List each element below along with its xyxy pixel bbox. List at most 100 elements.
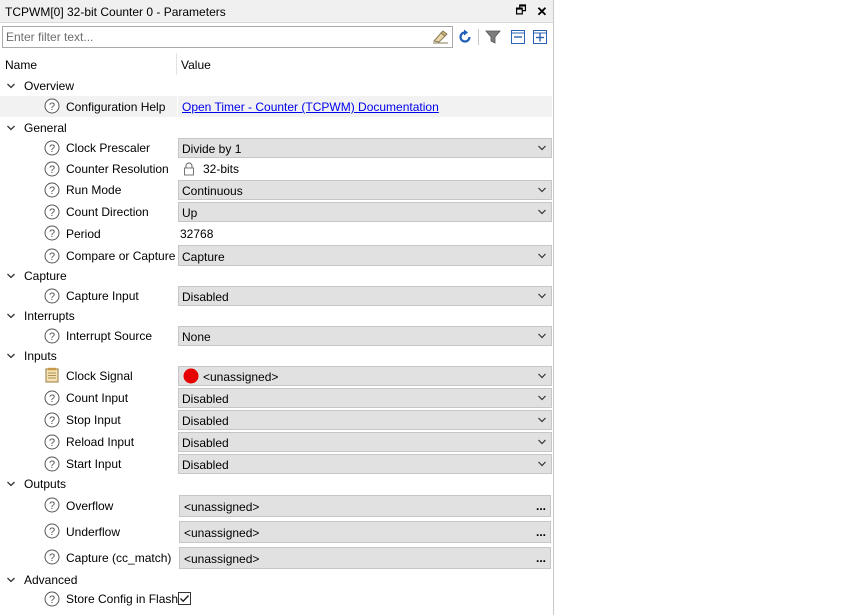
help-icon[interactable]: ?	[44, 497, 60, 513]
help-icon[interactable]: ?	[44, 412, 60, 428]
param-name: Capture Input	[66, 289, 139, 303]
name-column-header[interactable]: Name	[5, 58, 37, 72]
chevron-down-icon[interactable]	[6, 123, 16, 133]
value-column-header[interactable]: Value	[181, 58, 211, 72]
chevron-down-icon	[538, 253, 546, 259]
category-general[interactable]: General	[0, 119, 553, 137]
help-icon[interactable]: ?	[44, 456, 60, 472]
help-icon[interactable]: ?	[44, 549, 60, 565]
underflow-selector[interactable]: <unassigned> ...	[179, 521, 551, 543]
param-underflow: ? Underflow <unassigned> ...	[0, 519, 553, 545]
param-run-mode: ? Run Mode Continuous	[0, 179, 553, 201]
chevron-down-icon[interactable]	[6, 311, 16, 321]
start-input-dropdown[interactable]: Disabled	[178, 454, 552, 474]
help-icon[interactable]: ?	[44, 591, 60, 607]
help-icon[interactable]: ?	[44, 434, 60, 450]
param-overflow: ? Overflow <unassigned> ...	[0, 493, 553, 519]
browse-button[interactable]: ...	[536, 551, 546, 565]
overflow-selector[interactable]: <unassigned> ...	[179, 495, 551, 517]
documentation-link[interactable]: Open Timer - Counter (TCPWM) Documentati…	[182, 100, 439, 114]
param-capture-cc-match: ? Capture (cc_match) <unassigned> ...	[0, 545, 553, 571]
help-icon[interactable]: ?	[44, 248, 60, 264]
svg-text:?: ?	[49, 291, 55, 303]
browse-button[interactable]: ...	[536, 499, 546, 513]
help-icon[interactable]: ?	[44, 288, 60, 304]
param-name: Store Config in Flash	[66, 592, 179, 606]
param-name: Clock Prescaler	[66, 141, 151, 155]
toolbar-separator	[478, 29, 479, 45]
category-capture[interactable]: Capture	[0, 267, 553, 285]
chevron-down-icon	[538, 293, 546, 299]
stop-input-dropdown[interactable]: Disabled	[178, 410, 552, 430]
notepad-icon[interactable]	[44, 367, 60, 383]
svg-text:?: ?	[49, 415, 55, 427]
help-icon[interactable]: ?	[44, 98, 60, 114]
param-stop-input: ? Stop Input Disabled	[0, 409, 553, 431]
param-counter-resolution: ? Counter Resolution 32-bits	[0, 159, 553, 180]
panel-title-bar: TCPWM[0] 32-bit Counter 0 - Parameters 🗗…	[0, 0, 553, 23]
category-interrupts[interactable]: Interrupts	[0, 307, 553, 325]
clock-prescaler-dropdown[interactable]: Divide by 1	[178, 138, 552, 158]
panel-title: TCPWM[0] 32-bit Counter 0 - Parameters	[5, 5, 226, 19]
help-icon[interactable]: ?	[44, 523, 60, 539]
svg-text:?: ?	[49, 185, 55, 197]
svg-text:?: ?	[49, 228, 55, 240]
column-header: Name Value	[0, 52, 553, 76]
store-config-checkbox[interactable]	[178, 592, 191, 605]
collapse-all-icon[interactable]	[509, 28, 527, 46]
chevron-down-icon[interactable]	[6, 81, 16, 91]
help-icon[interactable]: ?	[44, 161, 60, 177]
filter-input[interactable]	[3, 27, 423, 47]
clock-signal-dropdown[interactable]: <unassigned>	[178, 366, 552, 386]
svg-text:?: ?	[49, 251, 55, 263]
category-inputs[interactable]: Inputs	[0, 347, 553, 365]
chevron-down-icon[interactable]	[6, 351, 16, 361]
chevron-down-icon[interactable]	[6, 479, 16, 489]
svg-text:?: ?	[49, 459, 55, 471]
help-icon[interactable]: ?	[44, 182, 60, 198]
chevron-down-icon[interactable]	[6, 271, 16, 281]
param-compare-or-capture: ? Compare or Capture Capture	[0, 244, 553, 267]
chevron-down-icon	[538, 187, 546, 193]
run-mode-dropdown[interactable]: Continuous	[178, 180, 552, 200]
count-direction-dropdown[interactable]: Up	[178, 202, 552, 222]
param-count-input: ? Count Input Disabled	[0, 387, 553, 409]
help-icon[interactable]: ?	[44, 328, 60, 344]
param-capture-input: ? Capture Input Disabled	[0, 285, 553, 307]
param-count-direction: ? Count Direction Up	[0, 201, 553, 223]
chevron-down-icon	[538, 417, 546, 423]
help-icon[interactable]: ?	[44, 204, 60, 220]
chevron-down-icon	[538, 145, 546, 151]
period-field[interactable]: 32768	[178, 223, 552, 244]
param-name: Clock Signal	[66, 369, 133, 383]
reload-input-dropdown[interactable]: Disabled	[178, 432, 552, 452]
clear-filter-icon[interactable]	[432, 30, 449, 44]
browse-button[interactable]: ...	[536, 525, 546, 539]
chevron-down-icon	[538, 395, 546, 401]
param-configuration-help: ? Configuration Help Open Timer - Counte…	[0, 96, 553, 117]
interrupt-source-dropdown[interactable]: None	[178, 326, 552, 346]
column-separator[interactable]	[176, 53, 177, 75]
category-advanced[interactable]: Advanced	[0, 571, 553, 589]
help-icon[interactable]: ?	[44, 390, 60, 406]
expand-all-icon[interactable]	[531, 28, 549, 46]
param-name: Run Mode	[66, 183, 122, 197]
float-window-icon[interactable]: 🗗	[512, 3, 530, 20]
param-name: Period	[66, 227, 101, 241]
category-overview[interactable]: Overview	[0, 77, 553, 95]
period-value[interactable]: 32768	[180, 227, 213, 241]
filter-icon[interactable]	[484, 28, 502, 46]
help-icon[interactable]: ?	[44, 140, 60, 156]
count-input-dropdown[interactable]: Disabled	[178, 388, 552, 408]
refresh-icon[interactable]	[456, 28, 474, 46]
svg-text:?: ?	[49, 164, 55, 176]
compare-or-capture-dropdown[interactable]: Capture	[178, 245, 552, 266]
capture-cc-match-selector[interactable]: <unassigned> ...	[179, 547, 551, 569]
chevron-down-icon[interactable]	[6, 575, 16, 585]
param-name: Interrupt Source	[66, 329, 153, 343]
close-icon[interactable]: ✕	[533, 3, 551, 20]
category-outputs[interactable]: Outputs	[0, 475, 553, 493]
category-label: Outputs	[24, 477, 67, 491]
help-icon[interactable]: ?	[44, 225, 60, 241]
capture-input-dropdown[interactable]: Disabled	[178, 286, 552, 306]
